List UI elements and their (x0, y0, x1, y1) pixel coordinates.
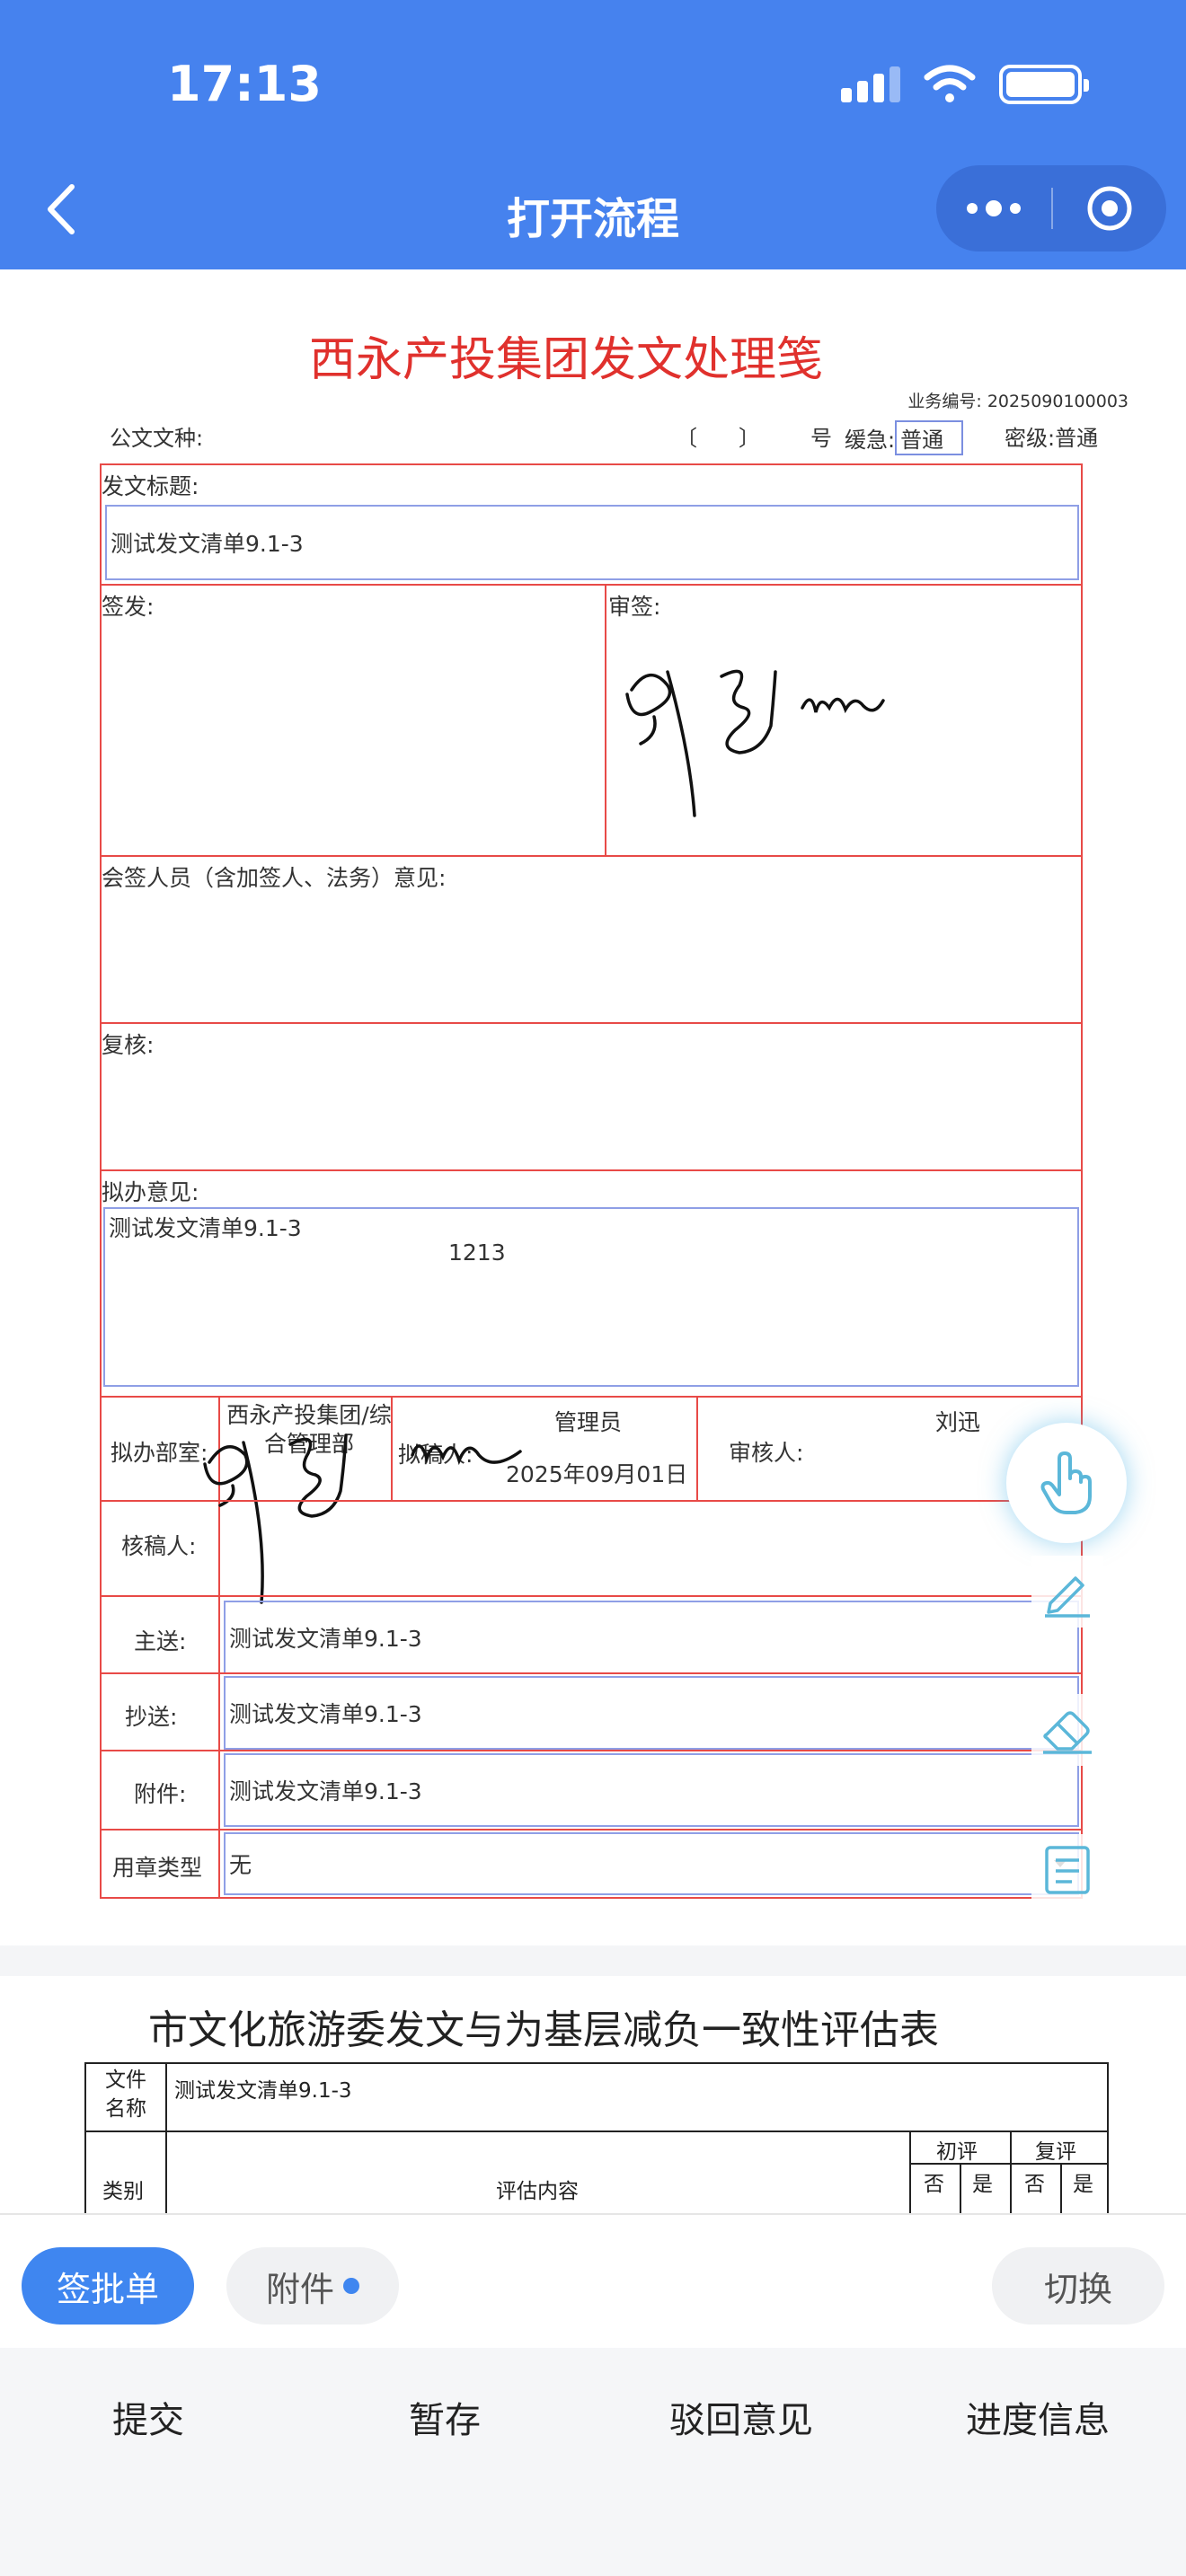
doc-number-bracket-close: 〕 (739, 426, 760, 451)
doc-number-bracket-open: 〔 (676, 426, 697, 451)
hand-gesture-button[interactable] (1006, 1423, 1127, 1543)
unread-dot-icon (343, 2278, 359, 2294)
business-number: 业务编号: 2025090100003 (907, 392, 1128, 411)
opinion-extra-text: 1213 (448, 1239, 506, 1266)
auditor-label: 审核人: (729, 1440, 804, 1466)
switch-button[interactable]: 切换 (992, 2247, 1164, 2325)
countersign-label: 会签人员（含加签人、法务）意见: (102, 865, 447, 891)
progress-info-button[interactable]: 进度信息 (890, 2391, 1186, 2443)
evaluation-form-title: 市文化旅游委发文与为基层减负一致性评估表 (148, 2007, 939, 2053)
battery-icon (999, 65, 1089, 104)
signal-icon (841, 66, 900, 102)
document-icon (1045, 1846, 1090, 1894)
section-divider (0, 1945, 1186, 1976)
action-bar: 提交 暂存 驳回意见 进度信息 (0, 2348, 1186, 2576)
dept-signature-image (203, 1434, 348, 1604)
bottom-tab-bar: 签批单 附件 切换 (0, 2213, 1186, 2348)
opinion-input[interactable]: 测试发文清单9.1-3 (103, 1207, 1079, 1387)
evaluation-form: 市文化旅游委发文与为基层减负一致性评估表 文件 名称 测试发文清单9.1-3 类别… (0, 1976, 1186, 2213)
status-time: 17:13 (167, 56, 322, 112)
drafter-name: 管理员 (554, 1409, 623, 1435)
file-name-label: 文件 名称 (105, 2069, 146, 2121)
mini-program-capsule (936, 165, 1166, 251)
recheck-label: 复核: (102, 1032, 155, 1058)
evaluation-table: 文件 名称 测试发文清单9.1-3 类别 评估内容 初评 复评 否 是 否 是 (84, 2062, 1109, 2213)
content-label: 评估内容 (496, 2180, 579, 2203)
re-yes-label: 是 (1073, 2173, 1093, 2196)
doc-type-label: 公文文种: (110, 426, 204, 451)
more-menu-icon[interactable] (936, 200, 1051, 216)
eraser-icon (1043, 1711, 1092, 1754)
wifi-icon (924, 65, 976, 102)
checker-label: 核稿人: (121, 1533, 197, 1559)
attachment-input[interactable]: 测试发文清单9.1-3 (224, 1753, 1079, 1827)
tab-approval-sheet[interactable]: 签批单 (22, 2247, 194, 2325)
form-title: 西永产投集团发文处理笺 (308, 333, 823, 387)
subject-label: 发文标题: (102, 473, 199, 499)
cc-input[interactable]: 测试发文清单9.1-3 (224, 1676, 1079, 1750)
issue-label: 签发: (102, 594, 155, 620)
notes-tool-button[interactable] (1031, 1834, 1103, 1906)
urgency-field: 缓急: 普通 (845, 420, 964, 455)
initial-yes-label: 是 (972, 2173, 993, 2196)
submit-button[interactable]: 提交 (0, 2391, 296, 2443)
opinion-label: 拟办意见: (102, 1179, 199, 1205)
save-draft-button[interactable]: 暂存 (296, 2391, 593, 2443)
close-target-icon[interactable] (1053, 183, 1166, 234)
approval-table: 发文标题: 测试发文清单9.1-3 签发: 审签: 会签人员（含加签人、法务）意… (100, 463, 1083, 1899)
pen-icon (1045, 1576, 1090, 1618)
hand-pointer-icon (1040, 1451, 1092, 1514)
eraser-tool-button[interactable] (1031, 1694, 1103, 1766)
category-label: 类别 (102, 2180, 144, 2203)
reject-opinion-button[interactable]: 驳回意见 (593, 2391, 890, 2443)
app-header: 17:13 打开流程 (0, 0, 1186, 269)
seal-type-select[interactable]: 无 (224, 1832, 1079, 1895)
tab-attachments[interactable]: 附件 (226, 2247, 399, 2325)
cc-label: 抄送: (125, 1704, 178, 1730)
initial-no-label: 否 (924, 2173, 944, 2196)
pen-tool-button[interactable] (1031, 1556, 1103, 1628)
re-no-label: 否 (1024, 2173, 1045, 2196)
attachment-label: 附件: (134, 1781, 187, 1807)
main-send-label: 主送: (134, 1628, 187, 1654)
file-name-value: 测试发文清单9.1-3 (174, 2079, 352, 2103)
subject-input[interactable]: 测试发文清单9.1-3 (105, 505, 1079, 580)
status-icons (841, 65, 1089, 104)
review-label: 审签: (608, 594, 661, 620)
review-signature-image (625, 669, 885, 817)
drafter-signature-image (411, 1444, 522, 1466)
secret-level: 密级:普通 (1005, 426, 1099, 451)
main-send-input[interactable]: 测试发文清单9.1-3 (224, 1601, 1079, 1674)
seal-type-label: 用章类型 (112, 1855, 203, 1881)
urgency-input[interactable]: 普通 (895, 420, 964, 455)
initial-eval-label: 初评 (936, 2140, 978, 2164)
auditor-name: 刘迅 (935, 1409, 981, 1435)
doc-number-label: 号 (810, 426, 832, 451)
re-eval-label: 复评 (1035, 2140, 1076, 2164)
approval-form: 西永产投集团发文处理笺 业务编号: 2025090100003 公文文种: 〔 … (0, 269, 1186, 1945)
